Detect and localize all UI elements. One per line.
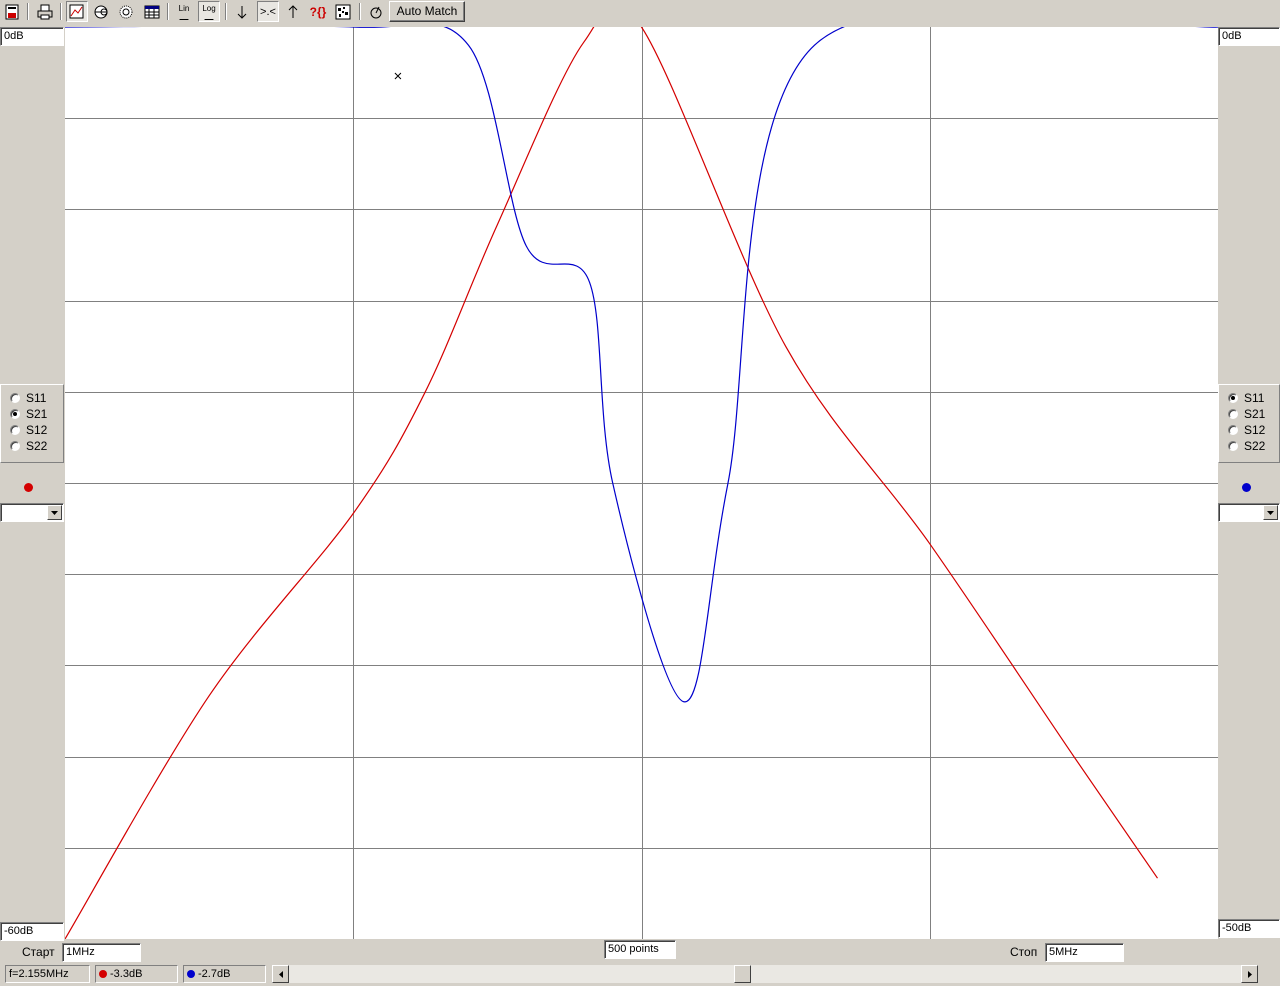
right-radio-s11[interactable]: S11 (1228, 390, 1264, 406)
status-right-value: -2.7dB (183, 965, 266, 983)
left-radio-label: S22 (26, 439, 48, 453)
start-frequency-input[interactable]: 1MHz (62, 943, 141, 962)
red-dot-icon (99, 970, 107, 978)
auto-match-button[interactable]: Auto Match (389, 1, 465, 22)
chevron-down-icon[interactable] (1263, 505, 1278, 520)
left-trace-select[interactable] (0, 503, 64, 522)
marker-up-icon[interactable] (282, 1, 304, 22)
left-radio-label: S21 (26, 407, 48, 421)
status-right-value-text: -2.7dB (198, 968, 231, 980)
status-frequency-text: f=2.155MHz (9, 968, 69, 980)
right-radio-label: S11 (1244, 391, 1265, 405)
right-radio-label: S12 (1244, 423, 1266, 437)
polar-chart-icon[interactable] (115, 1, 137, 22)
optimize-icon[interactable] (332, 1, 354, 22)
table-icon[interactable] (141, 1, 163, 22)
marker-down-icon[interactable] (231, 1, 253, 22)
trace-s11 (64, 7, 1219, 703)
right-trace-select[interactable] (1218, 503, 1280, 522)
save-icon[interactable] (1, 1, 23, 22)
scroll-left-icon[interactable] (272, 965, 289, 983)
right-radio-s22[interactable]: S22 (1228, 438, 1265, 454)
marker-between-text: >.< (260, 5, 276, 18)
chevron-down-icon[interactable] (47, 505, 62, 520)
print-icon[interactable] (34, 1, 56, 22)
left-radio-s21[interactable]: S21 (10, 406, 47, 422)
help-icon[interactable]: ?{} (307, 1, 329, 22)
right-trace-color-dot (1242, 483, 1251, 492)
left-radio-s11[interactable]: S11 (10, 390, 46, 406)
left-radio-s22[interactable]: S22 (10, 438, 47, 454)
cartesian-chart-icon[interactable] (66, 1, 88, 22)
left-param-group: S11 S21 S12 S22 (0, 384, 64, 463)
scroll-right-icon[interactable] (1241, 965, 1258, 983)
status-left-value-text: -3.3dB (110, 968, 143, 980)
plot-area[interactable] (64, 1, 1219, 940)
right-radio-s21[interactable]: S21 (1228, 406, 1265, 422)
start-label: Старт (22, 945, 55, 959)
status-left-value: -3.3dB (95, 965, 178, 983)
stop-frequency-input[interactable]: 5MHz (1045, 943, 1124, 962)
left-radio-label: S12 (26, 423, 48, 437)
points-input[interactable]: 500 points (604, 940, 676, 959)
right-axis-top-label[interactable]: 0dB (1218, 27, 1280, 46)
scroll-thumb[interactable] (734, 965, 751, 983)
right-radio-label: S21 (1244, 407, 1266, 421)
blue-dot-icon (187, 970, 195, 978)
frequency-marker (394, 72, 402, 80)
right-radio-s12[interactable]: S12 (1228, 422, 1265, 438)
right-radio-label: S22 (1244, 439, 1266, 453)
chart-svg (64, 1, 1219, 940)
toolbar: Lin Log >.< ?{} Auto Match (0, 0, 1280, 25)
right-axis-bottom-label[interactable]: -50dB (1218, 919, 1280, 938)
smith-chart-icon[interactable] (90, 1, 112, 22)
stop-label: Стоп (1010, 945, 1038, 959)
left-axis-bottom-label[interactable]: -60dB (0, 922, 64, 941)
help-text: ?{} (309, 4, 327, 19)
status-frequency: f=2.155MHz (5, 965, 90, 983)
right-param-group: S11 S21 S12 S22 (1218, 384, 1280, 463)
linear-scale-icon[interactable]: Lin (173, 1, 195, 22)
left-axis-top-label[interactable]: 0dB (0, 27, 64, 46)
left-trace-color-dot (24, 483, 33, 492)
horizontal-scrollbar[interactable] (272, 965, 1258, 983)
log-scale-icon[interactable]: Log (198, 1, 220, 22)
left-radio-label: S11 (26, 391, 47, 405)
marker-between-icon[interactable]: >.< (257, 1, 279, 22)
tune-icon[interactable] (365, 1, 387, 22)
left-radio-s12[interactable]: S12 (10, 422, 47, 438)
